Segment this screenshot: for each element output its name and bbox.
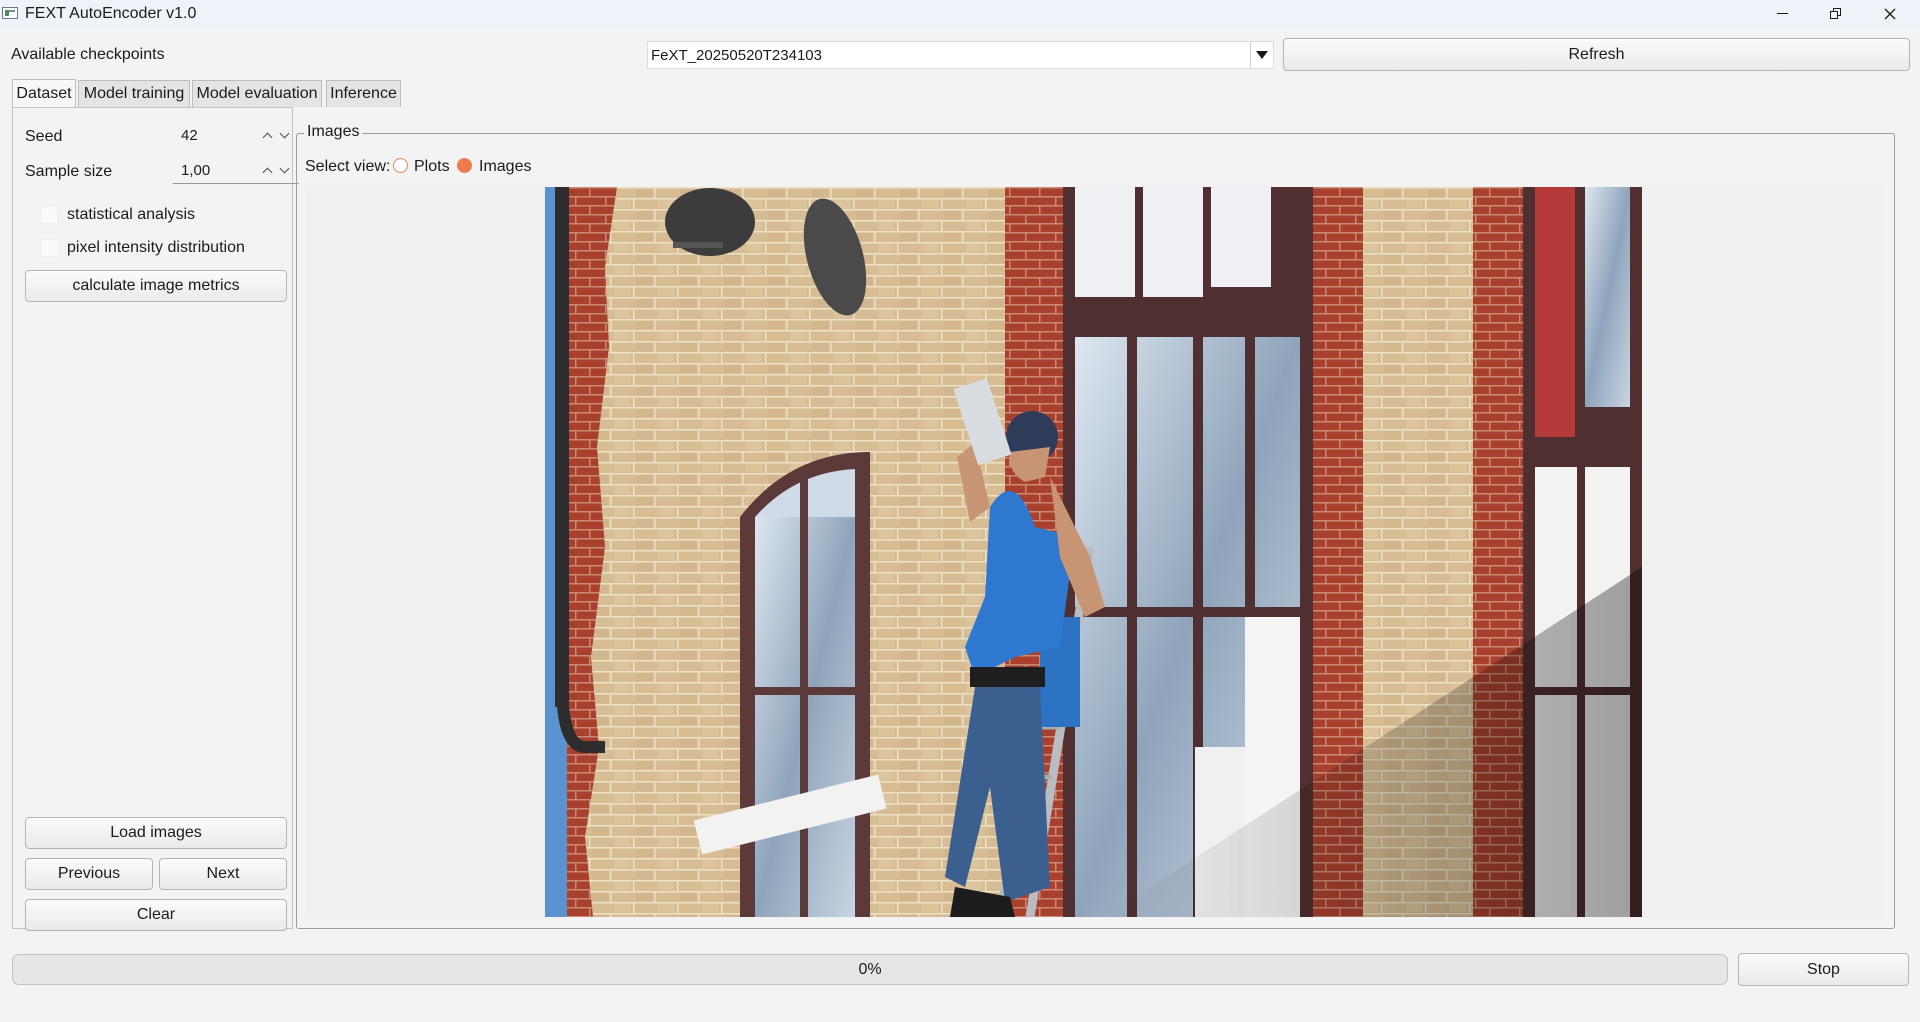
pixel-intensity-label: pixel intensity distribution — [67, 239, 245, 256]
progress-text: 0% — [858, 960, 882, 978]
close-icon — [1884, 8, 1896, 19]
select-view-label: Select view: — [305, 158, 391, 175]
seed-spinbox[interactable]: 42 — [173, 123, 299, 149]
images-group-title: Images — [304, 123, 363, 141]
seed-label: Seed — [25, 128, 63, 145]
checkpoint-dropdown-button[interactable] — [1250, 42, 1273, 68]
load-images-button[interactable]: Load images — [25, 817, 287, 849]
minimize-icon — [1776, 13, 1788, 14]
previous-button[interactable]: Previous — [25, 858, 153, 890]
seed-value: 42 — [181, 127, 198, 144]
plots-radio[interactable] — [393, 158, 408, 173]
checkpoint-select-value: FeXT_20250520T234103 — [651, 47, 822, 64]
tab-inference[interactable]: Inference — [326, 80, 401, 107]
progress-bar: 0% — [12, 954, 1728, 985]
chevron-down-icon — [1256, 51, 1268, 59]
images-radio[interactable] — [457, 158, 472, 173]
tab-dataset[interactable]: Dataset — [12, 79, 76, 108]
next-button[interactable]: Next — [159, 858, 287, 890]
dataset-options-panel: Seed 42 Sample size 1,00 statistical ana… — [12, 107, 299, 931]
checkpoint-select[interactable]: FeXT_20250520T234103 — [647, 41, 1274, 69]
restore-button[interactable] — [1808, 0, 1862, 27]
dataset-image — [545, 187, 1642, 917]
app-window-icon — [2, 7, 18, 19]
minimize-button[interactable] — [1755, 0, 1809, 27]
images-radio-label[interactable]: Images — [479, 158, 531, 176]
clear-button[interactable]: Clear — [25, 899, 287, 931]
statistical-analysis-checkbox[interactable] — [40, 206, 58, 224]
stop-button[interactable]: Stop — [1738, 953, 1909, 986]
chevron-down-icon[interactable] — [279, 163, 290, 174]
title-bar: FEXT AutoEncoder v1.0 — [0, 0, 1920, 27]
sample-size-label: Sample size — [25, 163, 113, 180]
restore-icon — [1829, 8, 1841, 19]
sample-size-spinbox[interactable]: 1,00 — [173, 158, 299, 184]
chevron-up-icon[interactable] — [262, 132, 273, 143]
sample-size-value: 1,00 — [181, 162, 211, 179]
window-title: FEXT AutoEncoder v1.0 — [25, 5, 197, 22]
window-cleaner-photo — [545, 187, 1642, 917]
checkpoints-label: Available checkpoints — [11, 46, 165, 63]
plots-radio-label[interactable]: Plots — [414, 158, 450, 176]
statistical-analysis-label: statistical analysis — [67, 206, 196, 223]
chevron-up-icon[interactable] — [262, 167, 273, 178]
chevron-down-icon[interactable] — [279, 128, 290, 139]
tab-model-training[interactable]: Model training — [78, 80, 190, 107]
pixel-intensity-checkbox[interactable] — [40, 239, 58, 257]
calculate-image-metrics-button[interactable]: calculate image metrics — [25, 270, 287, 302]
close-button[interactable] — [1863, 0, 1917, 27]
refresh-button[interactable]: Refresh — [1283, 38, 1910, 71]
tab-model-evaluation[interactable]: Model evaluation — [192, 80, 322, 107]
